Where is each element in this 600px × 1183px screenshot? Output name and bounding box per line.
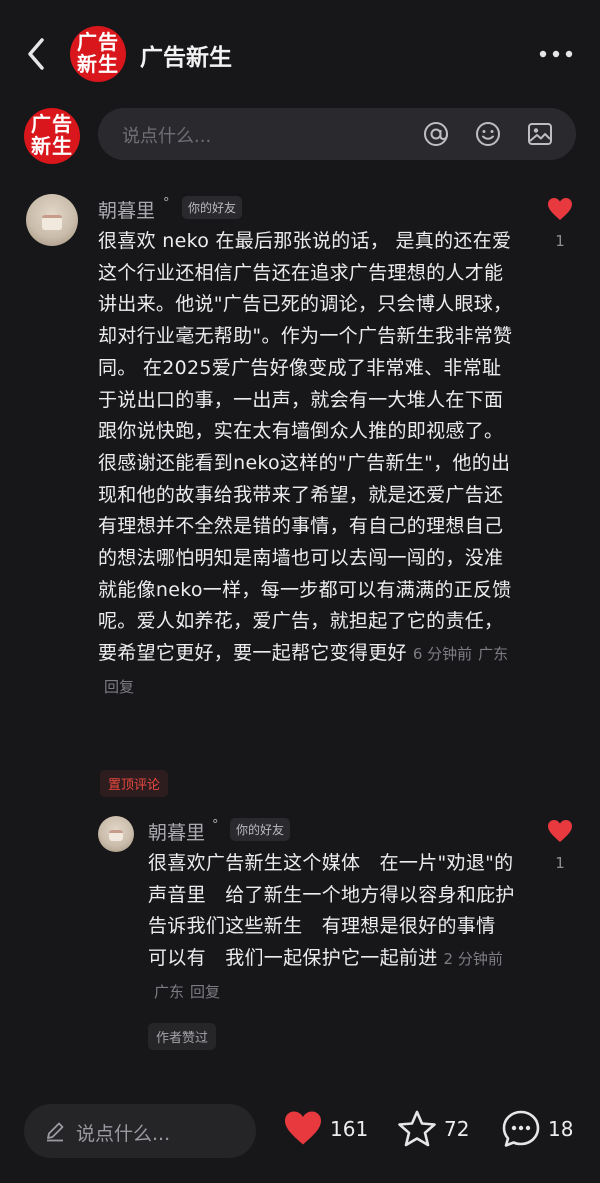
comment-like-button[interactable]: 1	[540, 818, 580, 872]
reply-link[interactable]: 回复	[104, 678, 134, 696]
comment-like-button[interactable]: 1	[540, 196, 580, 250]
comment-like-count: 1	[555, 232, 565, 250]
pencil-icon	[47, 1122, 64, 1142]
comment-item: 朝暮里 ° 你的好友 很喜欢 neko 在最后那张说的话， 是真的还在爱这个行业…	[0, 188, 600, 800]
commenter-name[interactable]: 朝暮里	[98, 196, 155, 223]
comment-button[interactable]: 18	[500, 1108, 580, 1152]
at-icon[interactable]	[422, 120, 450, 148]
bottom-action-bar: 说点什么... 161 72 18	[0, 1088, 600, 1183]
top-navigation-bar: 广告 新生 广告新生	[0, 0, 600, 108]
bottom-input-placeholder: 说点什么...	[76, 1123, 171, 1145]
comment-time: 2 分钟前	[443, 950, 503, 969]
like-count: 161	[330, 1117, 369, 1141]
back-icon	[28, 38, 44, 70]
emoji-icon[interactable]	[474, 120, 502, 148]
back-button[interactable]	[22, 34, 54, 74]
star-icon	[398, 1110, 436, 1147]
favorite-button[interactable]: 72	[396, 1108, 476, 1152]
comment-icon	[502, 1110, 540, 1147]
account-title[interactable]: 广告新生	[140, 38, 232, 72]
heart-icon	[285, 1111, 321, 1145]
heart-icon	[548, 198, 572, 220]
heart-icon	[548, 820, 572, 842]
comment-body[interactable]: 很喜欢 neko 在最后那张说的话， 是真的还在爱这个行业还相信广告还在追求广告…	[98, 226, 518, 704]
comment-text: 很喜欢 neko 在最后那张说的话， 是真的还在爱这个行业还相信广告还在追求广告…	[98, 230, 513, 665]
my-avatar: 广告 新生	[24, 108, 80, 164]
account-avatar[interactable]: 广告 新生	[70, 26, 126, 82]
comment-location: 广东	[478, 645, 509, 664]
more-icon	[539, 50, 573, 58]
image-icon[interactable]	[526, 120, 554, 148]
reply-link[interactable]: 回复	[190, 983, 220, 1001]
verified-icon: °	[212, 818, 219, 833]
comment-input-placeholder: 说点什么...	[122, 126, 212, 147]
pinned-comment-tag: 置顶评论	[100, 770, 169, 797]
commenter-avatar[interactable]	[98, 816, 134, 852]
bottom-comment-input[interactable]: 说点什么...	[24, 1104, 256, 1158]
author-liked-tag: 作者赞过	[148, 1023, 217, 1050]
comment-time: 6 分钟前	[412, 645, 473, 664]
friend-badge: 你的好友	[230, 818, 291, 841]
comment-input[interactable]: 说点什么...	[98, 108, 576, 160]
comment-body[interactable]: 很喜欢广告新生这个媒体 在一片"劝退"的声音里 给了新生一个地方得以容身和庇护 …	[148, 848, 540, 1009]
comment-like-count: 1	[555, 854, 565, 872]
commenter-name[interactable]: 朝暮里	[148, 818, 205, 845]
favorite-count: 72	[444, 1117, 470, 1141]
friend-badge: 你的好友	[182, 196, 243, 219]
like-button[interactable]: 161	[282, 1108, 372, 1152]
verified-icon: °	[163, 196, 170, 211]
comment-count: 18	[548, 1117, 574, 1141]
comment-composer: 广告 新生 说点什么...	[0, 108, 600, 168]
commenter-avatar[interactable]	[26, 194, 78, 246]
more-button[interactable]	[536, 40, 576, 68]
reply-comment-item: 朝暮里 ° 你的好友 很喜欢广告新生这个媒体 在一片"劝退"的声音里 给了新生一…	[0, 810, 600, 1010]
comment-location: 广东	[154, 982, 185, 1001]
